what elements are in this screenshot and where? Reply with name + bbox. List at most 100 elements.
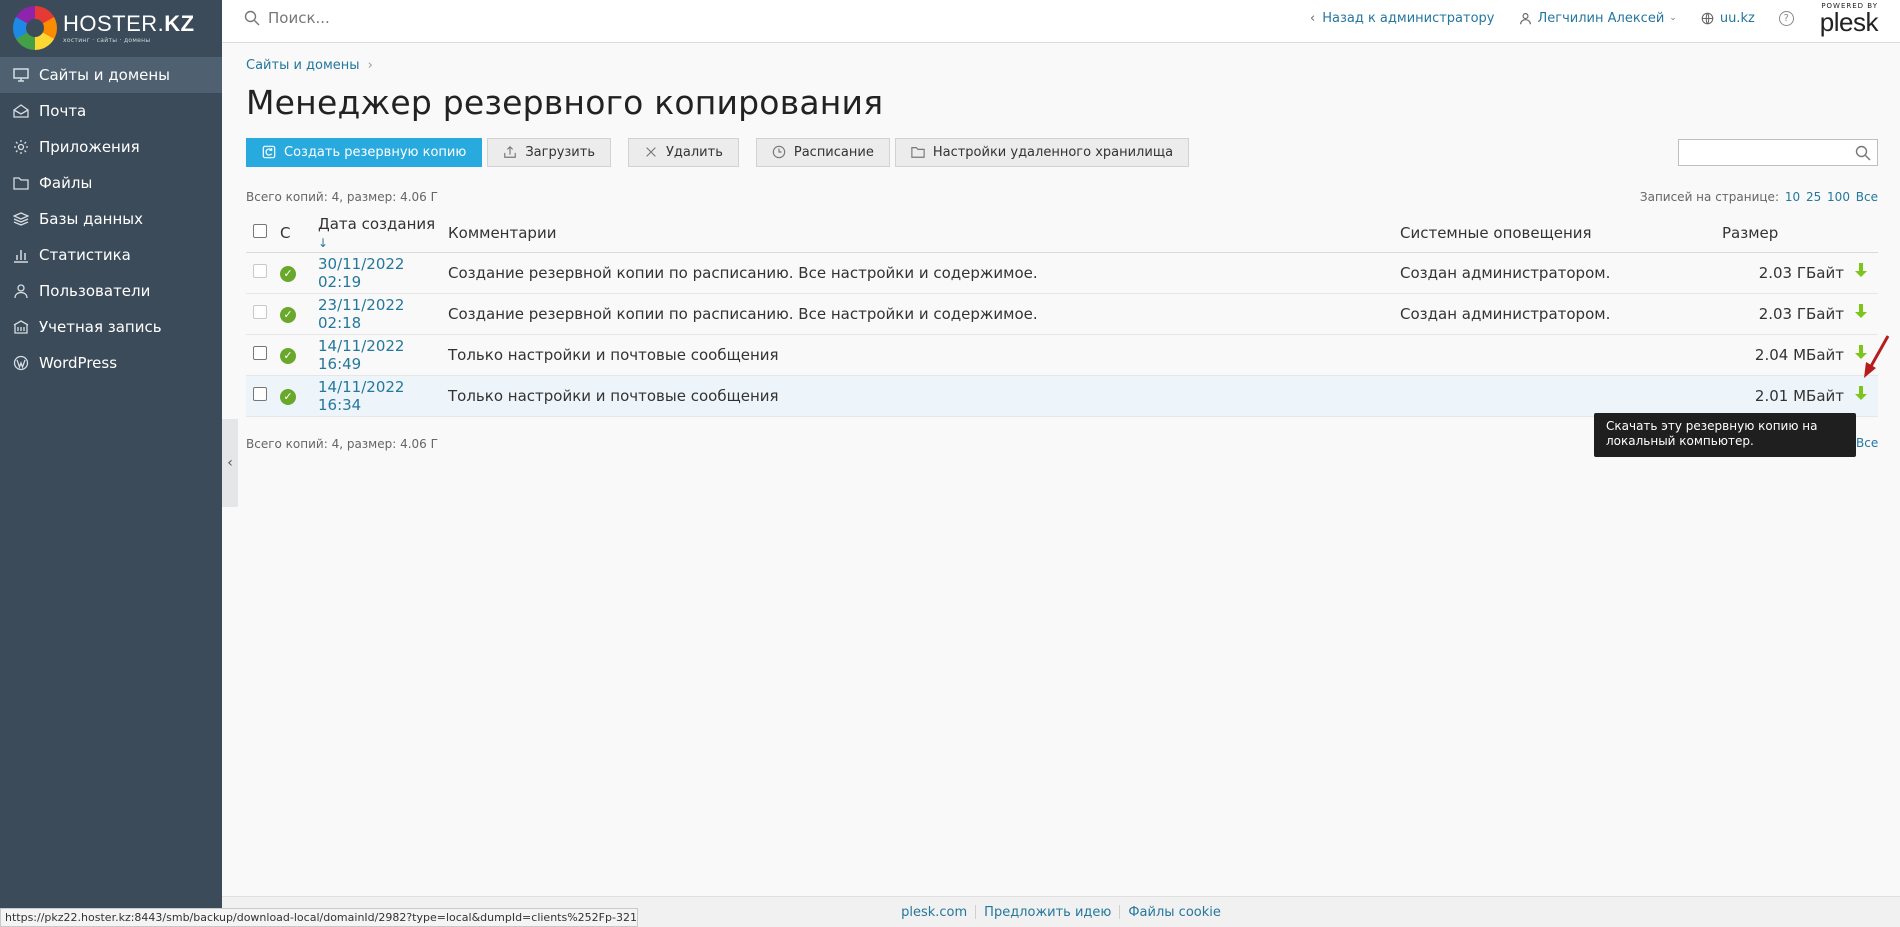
per-page-label: Записей на странице: bbox=[1639, 190, 1779, 204]
column-comments[interactable]: Комментарии bbox=[448, 215, 1400, 253]
chevron-left-icon: ‹ bbox=[1310, 10, 1316, 26]
success-check-icon: ✓ bbox=[280, 388, 296, 405]
backup-size: 2.03 ГБайт bbox=[1722, 252, 1844, 294]
upload-button[interactable]: Загрузить bbox=[487, 137, 611, 167]
sidebar-item-label: Пользователи bbox=[39, 282, 151, 300]
remote-storage-button[interactable]: Настройки удаленного хранилища bbox=[894, 137, 1190, 167]
breadcrumb-item-sites[interactable]: Сайты и домены bbox=[246, 58, 360, 73]
sidebar-item-label: Учетная запись bbox=[39, 318, 162, 336]
sidebar-item-label: Базы данных bbox=[39, 210, 143, 228]
row-checkbox[interactable] bbox=[253, 304, 267, 319]
sidebar-item-wordpress[interactable]: WordPress bbox=[0, 345, 222, 381]
table-row: ✓ 14/11/2022 16:49 Только настройки и по… bbox=[246, 334, 1878, 376]
download-arrow-icon[interactable] bbox=[1853, 303, 1869, 320]
sidebar-nav: Сайты и домены Почта Приложения Файлы Ба… bbox=[0, 57, 222, 381]
sidebar-item-users[interactable]: Пользователи bbox=[0, 273, 222, 309]
create-backup-button[interactable]: Создать резервную копию bbox=[246, 137, 483, 167]
create-backup-label: Создать резервную копию bbox=[284, 144, 467, 160]
footer-link-cookies[interactable]: Файлы cookie bbox=[1128, 905, 1221, 920]
row-checkbox[interactable] bbox=[253, 345, 267, 360]
table-row: ✓ 30/11/2022 02:19 Создание резервной ко… bbox=[246, 252, 1878, 294]
folder-icon bbox=[13, 175, 29, 191]
search-icon bbox=[244, 10, 260, 26]
user-menu[interactable]: Легчилин Алексей ⌄ bbox=[1519, 11, 1677, 26]
backup-date-link[interactable]: 30/11/2022 02:19 bbox=[318, 252, 448, 294]
backup-date-link[interactable]: 23/11/2022 02:18 bbox=[318, 293, 448, 335]
per-page-selector: Записей на странице: 10 25 100 Все bbox=[1640, 190, 1878, 204]
per-page-all-bottom[interactable]: Все bbox=[1856, 436, 1878, 450]
sidebar-item-account[interactable]: Учетная запись bbox=[0, 309, 222, 345]
column-status[interactable]: С bbox=[280, 215, 318, 253]
per-page-10[interactable]: 10 bbox=[1785, 190, 1800, 204]
footer-link-plesk[interactable]: plesk.com bbox=[901, 905, 967, 920]
user-name: Легчилин Алексей bbox=[1537, 10, 1665, 26]
backup-date-link[interactable]: 14/11/2022 16:49 bbox=[318, 334, 448, 376]
annotation-arrow-icon bbox=[1864, 335, 1890, 378]
backups-table: С Дата создания ↓ Комментарии Системные … bbox=[246, 215, 1878, 417]
user-icon bbox=[1519, 12, 1531, 24]
mail-icon bbox=[13, 103, 29, 119]
sidebar-item-apps[interactable]: Приложения bbox=[0, 129, 222, 165]
gear-icon bbox=[13, 139, 29, 155]
browser-status-bar: https://pkz22.hoster.kz:8443/smb/backup/… bbox=[0, 908, 638, 927]
success-check-icon: ✓ bbox=[280, 347, 296, 364]
account-icon bbox=[13, 319, 29, 335]
backup-notification: Создан администратором. bbox=[1400, 293, 1722, 335]
help-button[interactable]: ? bbox=[1778, 10, 1794, 26]
delete-button[interactable]: Удалить bbox=[627, 137, 739, 167]
list-search[interactable] bbox=[1678, 139, 1878, 166]
user-icon bbox=[13, 283, 29, 299]
domain-switcher[interactable]: uu.kz bbox=[1701, 11, 1755, 26]
schedule-button[interactable]: Расписание bbox=[755, 137, 890, 167]
search-placeholder: Поиск... bbox=[268, 9, 330, 27]
per-page-all[interactable]: Все bbox=[1856, 190, 1878, 204]
download-arrow-icon[interactable] bbox=[1853, 262, 1869, 279]
per-page-25[interactable]: 25 bbox=[1806, 190, 1821, 204]
backup-notification: Создан администратором. bbox=[1400, 252, 1722, 294]
column-size[interactable]: Размер bbox=[1722, 215, 1844, 253]
column-notifications[interactable]: Системные оповещения bbox=[1400, 215, 1722, 253]
download-arrow-icon[interactable] bbox=[1853, 385, 1869, 402]
sidebar-item-statistics[interactable]: Статистика bbox=[0, 237, 222, 273]
list-search-input[interactable] bbox=[1679, 140, 1855, 165]
search-icon[interactable] bbox=[1855, 145, 1871, 161]
table-row: ✓ 14/11/2022 16:34 Только настройки и по… bbox=[246, 375, 1878, 417]
delete-icon bbox=[646, 147, 656, 157]
sidebar-item-label: Почта bbox=[39, 102, 87, 120]
backup-date-link[interactable]: 14/11/2022 16:34 bbox=[318, 375, 448, 417]
column-date-label: Дата создания bbox=[318, 215, 436, 234]
sidebar-item-databases[interactable]: Базы данных bbox=[0, 201, 222, 237]
toolbar: Создать резервную копию Загрузить Удалит… bbox=[246, 137, 1878, 167]
footer-link-suggest[interactable]: Предложить идею bbox=[984, 905, 1111, 920]
backup-comment: Только настройки и почтовые сообщения bbox=[448, 375, 1400, 417]
global-search[interactable]: Поиск... bbox=[244, 9, 330, 27]
brand-logo[interactable]: HOSTER.KZ хостинг · сайты · домены bbox=[0, 0, 222, 55]
sidebar-item-sites[interactable]: Сайты и домены bbox=[0, 57, 222, 93]
back-to-admin-link[interactable]: ‹ Назад к администратору bbox=[1310, 11, 1495, 26]
backup-comment: Создание резервной копии по расписанию. … bbox=[448, 293, 1400, 335]
row-checkbox[interactable] bbox=[253, 263, 267, 278]
help-icon: ? bbox=[1778, 10, 1794, 26]
upload-icon bbox=[504, 145, 517, 158]
wordpress-icon bbox=[13, 355, 29, 371]
globe-icon bbox=[1701, 12, 1714, 24]
delete-label: Удалить bbox=[665, 144, 723, 160]
table-header-row: С Дата создания ↓ Комментарии Системные … bbox=[246, 215, 1878, 253]
plesk-logo[interactable]: POWERED BY plesk bbox=[1820, 2, 1879, 35]
total-summary: Всего копий: 4, размер: 4.06 Г bbox=[246, 190, 438, 204]
chevron-right-icon: › bbox=[367, 58, 373, 73]
sidebar-item-mail[interactable]: Почта bbox=[0, 93, 222, 129]
per-page-100[interactable]: 100 bbox=[1827, 190, 1850, 204]
column-date[interactable]: Дата создания ↓ bbox=[318, 215, 448, 253]
sidebar-collapse-handle[interactable]: ‹ bbox=[222, 419, 238, 507]
row-checkbox[interactable] bbox=[253, 386, 267, 401]
brand-name: HOSTER.KZ bbox=[63, 10, 195, 36]
chart-icon bbox=[13, 247, 29, 263]
total-summary: Всего копий: 4, размер: 4.06 Г bbox=[246, 436, 438, 451]
backup-comment: Только настройки и почтовые сообщения bbox=[448, 334, 1400, 376]
select-all-checkbox[interactable] bbox=[253, 224, 267, 239]
page-title: Менеджер резервного копирования bbox=[246, 83, 884, 122]
sidebar-item-files[interactable]: Файлы bbox=[0, 165, 222, 201]
success-check-icon: ✓ bbox=[280, 306, 296, 323]
sidebar-item-label: Приложения bbox=[39, 138, 140, 156]
